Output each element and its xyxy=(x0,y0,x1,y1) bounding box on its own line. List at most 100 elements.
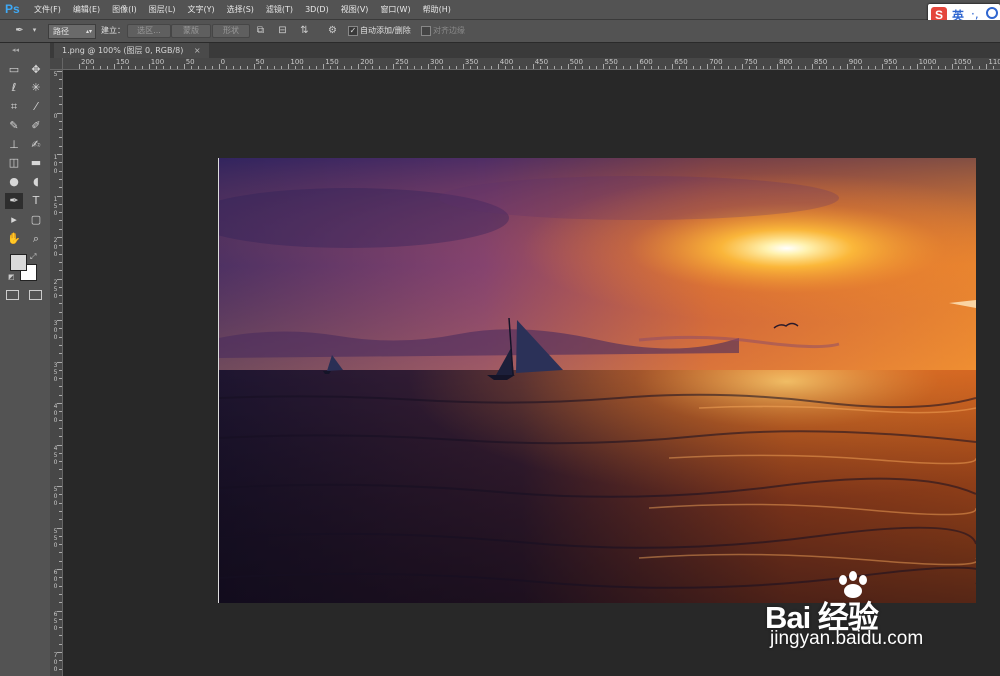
magic-wand-tool-icon[interactable]: ✳ xyxy=(27,80,45,96)
pen-tool-preset-icon[interactable]: ✒ xyxy=(14,25,25,36)
foreground-color-swatch[interactable] xyxy=(10,254,27,271)
menu-item[interactable]: 选择(S) xyxy=(221,0,260,19)
ruler-minor-tick xyxy=(714,66,716,69)
document-tab[interactable]: 1.png @ 100% (图层 0, RGB/8) × xyxy=(54,43,209,58)
menu-item[interactable]: 图层(L) xyxy=(143,0,182,19)
ruler-minor-tick xyxy=(120,66,122,69)
brush-tool-icon[interactable]: ✐ xyxy=(27,118,45,134)
ruler-label: 7 0 0 xyxy=(53,652,58,673)
marquee-tool-icon[interactable]: ▭ xyxy=(5,62,23,78)
ruler-minor-tick xyxy=(85,66,87,69)
type-tool-icon[interactable]: T xyxy=(27,193,45,209)
horizontal-ruler[interactable]: 200 150 100 50 0 50 100 150 200 250 300 350 400 450 50… xyxy=(50,58,1000,70)
ime-emoji-icon[interactable] xyxy=(986,7,998,19)
ruler-minor-tick xyxy=(232,66,234,69)
make-selection-button[interactable]: 选区... xyxy=(127,24,171,38)
sunset-photo xyxy=(219,158,976,603)
ruler-origin[interactable] xyxy=(50,58,63,70)
screen-mode-icon[interactable] xyxy=(29,290,42,300)
ruler-minor-tick xyxy=(644,66,646,69)
ruler-tick xyxy=(183,64,185,69)
ruler-minor-tick xyxy=(59,336,62,338)
ruler-minor-tick xyxy=(59,261,62,263)
menu-item[interactable]: 编辑(E) xyxy=(67,0,106,19)
pen-tool-icon[interactable]: ✒ xyxy=(5,193,23,209)
ruler-minor-tick xyxy=(204,66,206,69)
hand-tool-icon[interactable]: ✋ xyxy=(5,231,23,247)
close-icon[interactable]: × xyxy=(194,46,201,55)
auto-add-delete-checkbox[interactable]: ✓ xyxy=(348,26,358,36)
path-alignment-icon[interactable]: ⊟ xyxy=(277,25,288,36)
ruler-minor-tick xyxy=(59,494,62,496)
ruler-minor-tick xyxy=(804,66,806,69)
document-image[interactable] xyxy=(218,158,976,603)
path-selection-tool-icon[interactable]: ▸ xyxy=(5,212,23,228)
eraser-tool-icon[interactable]: ◫ xyxy=(5,155,23,171)
ruler-tick xyxy=(986,64,988,69)
ime-punctuation[interactable]: ·, xyxy=(971,7,979,21)
menu-item[interactable]: 视图(V) xyxy=(335,0,375,19)
ruler-minor-tick xyxy=(483,66,485,69)
blur-tool-icon[interactable]: ● xyxy=(5,174,23,190)
ruler-label: 6 0 0 xyxy=(53,569,58,590)
ruler-minor-tick xyxy=(476,66,478,69)
path-arrangement-icon[interactable]: ⇅ xyxy=(299,25,310,36)
clone-stamp-tool-icon[interactable]: ⊥ xyxy=(5,137,23,153)
align-edges-checkbox[interactable] xyxy=(421,26,431,36)
menu-item[interactable]: 文字(Y) xyxy=(181,0,220,19)
menu-item[interactable]: 帮助(H) xyxy=(417,0,457,19)
mode-select[interactable]: 路径 ▴▾ xyxy=(48,24,96,39)
menu-item[interactable]: 文件(F) xyxy=(28,0,67,19)
zoom-tool-icon[interactable]: ⌕ xyxy=(27,231,45,247)
ruler-tick xyxy=(218,64,220,69)
crop-tool-icon[interactable]: ⌗ xyxy=(5,99,23,115)
chevron-down-icon: ▴▾ xyxy=(85,28,92,35)
menu-item[interactable]: 3D(D) xyxy=(299,0,335,19)
menu-item[interactable]: 滤镜(T) xyxy=(260,0,299,19)
make-mask-button[interactable]: 蒙版 xyxy=(171,24,211,38)
ruler-minor-tick xyxy=(511,66,513,69)
panel-collapse-icon[interactable]: ◂◂ xyxy=(12,46,19,54)
ruler-minor-tick xyxy=(895,66,897,69)
eyedropper-tool-icon[interactable]: ⁄ xyxy=(27,99,45,115)
healing-brush-tool-icon[interactable]: ✎ xyxy=(5,118,23,134)
move-tool-icon[interactable]: ✥ xyxy=(27,62,45,78)
quick-mask-icon[interactable] xyxy=(6,290,19,300)
lasso-tool-icon[interactable]: ℓ xyxy=(5,80,23,96)
ruler-minor-tick xyxy=(414,66,416,69)
ruler-minor-tick xyxy=(448,66,450,69)
gear-icon[interactable]: ⚙ xyxy=(327,25,338,36)
ruler-minor-tick xyxy=(455,66,457,69)
preset-dropdown-icon[interactable]: ▾ xyxy=(29,25,40,36)
shape-tool-icon[interactable]: ▢ xyxy=(27,212,45,228)
swap-colors-icon[interactable]: ⤢ xyxy=(30,252,36,262)
ruler-tick xyxy=(393,64,395,69)
dodge-tool-icon[interactable]: ◖ xyxy=(27,174,45,190)
make-shape-button[interactable]: 形状 xyxy=(212,24,250,38)
ruler-tick xyxy=(497,64,499,69)
ruler-label: 5 0 0 xyxy=(53,486,58,507)
ruler-minor-tick xyxy=(57,278,62,280)
ruler-minor-tick xyxy=(59,253,62,255)
ruler-minor-tick xyxy=(59,469,62,471)
vertical-ruler[interactable]: 5 0 1 0 0 1 5 0 2 0 0 2 5 0 3 0 0 3 5 0 4 0 0 4 5… xyxy=(50,69,63,676)
ruler-minor-tick xyxy=(790,66,792,69)
ruler-minor-tick xyxy=(560,66,562,69)
gradient-tool-icon[interactable]: ▬ xyxy=(27,155,45,171)
default-colors-icon[interactable]: ◩ xyxy=(8,273,15,281)
ruler-minor-tick xyxy=(57,486,62,487)
menu-item[interactable]: 窗口(W) xyxy=(374,0,416,19)
history-brush-tool-icon[interactable]: ✍ xyxy=(27,137,45,153)
ruler-tick xyxy=(811,64,813,69)
ruler-minor-tick xyxy=(979,66,981,69)
ruler-minor-tick xyxy=(57,71,62,72)
auto-add-delete-label: 自动添加/删除 xyxy=(360,26,411,35)
ruler-minor-tick xyxy=(57,154,62,155)
ruler-minor-tick xyxy=(59,602,62,604)
ruler-minor-tick xyxy=(162,66,164,69)
ruler-minor-tick xyxy=(504,66,506,69)
ruler-minor-tick xyxy=(59,79,62,81)
path-operations-icon[interactable]: ⧉ xyxy=(255,25,266,36)
menu-item[interactable]: 图像(I) xyxy=(106,0,143,19)
ruler-minor-tick xyxy=(59,220,62,222)
